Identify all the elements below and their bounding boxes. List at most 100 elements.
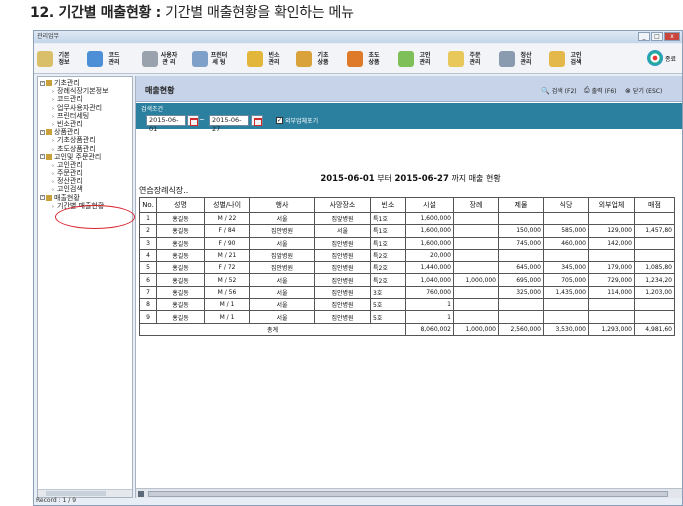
table-header-row: No. 성명 성별/나이 행사 사망장소 빈소 시설 장례 제물 식당 외부업체 매점 (139, 197, 675, 213)
caption-description: 기간별 매출현황을 확인하는 메뉴 (160, 5, 354, 21)
table-cell: 1,203,00 (634, 285, 675, 300)
sidebar-item[interactable]: › 고인관리 (38, 161, 132, 169)
table-cell: 150,000 (498, 224, 544, 238)
sidebar-item[interactable]: › 주문관리 (38, 169, 132, 177)
toolbar-button-4[interactable]: 빈소 관리 (247, 47, 283, 71)
collapse-icon[interactable]: - (40, 154, 45, 160)
exit-button[interactable]: 종료 (646, 50, 676, 66)
total-label: 총계 (139, 322, 406, 336)
toolbar-button-0[interactable]: 기본 정보 (37, 47, 73, 71)
table-cell: 114,000 (588, 285, 635, 300)
toolbar-button-9[interactable]: 정산 관리 (499, 47, 535, 71)
table-cell (498, 310, 544, 324)
collapse-icon[interactable]: - (40, 129, 45, 135)
collapse-icon[interactable]: - (40, 80, 45, 86)
report-preview: 2015-06-01 부터 2015-06-27 까지 매출 현황 연습장례식장… (139, 133, 682, 485)
sidebar-item-label: 주문관리 (57, 169, 83, 178)
table-row: 8 홍길동 M / 1 서울 집안병원 5호 1 (139, 298, 675, 312)
sidebar-item[interactable]: › 업무사용자관리 (38, 104, 132, 112)
sidebar-item-label: 기초상품관리 (57, 136, 96, 145)
bullet-icon: › (52, 97, 54, 104)
exclude-vendor-checkbox[interactable]: ✓ 외부업체포기 (276, 116, 318, 125)
table-cell: 집앞병원 (314, 211, 371, 226)
close-window-button[interactable]: x (664, 32, 680, 41)
search-person-icon (549, 51, 565, 67)
table-cell: 1 (405, 298, 454, 312)
table-cell: 집안병원 (314, 298, 371, 312)
record-status: Record : 1 / 9 (36, 497, 77, 504)
tree-horizontal-scrollbar[interactable] (38, 489, 132, 497)
table-cell (588, 298, 635, 312)
printer-icon: ⎙ (584, 86, 590, 94)
table-row: 9 홍길동 M / 1 서울 집안병원 5호 1 (139, 310, 675, 324)
column-header: No. (139, 197, 157, 213)
collapse-icon[interactable]: - (40, 195, 45, 201)
toolbar-button-6[interactable]: 초도 상품 (347, 47, 383, 71)
menu-tree-panel: - 기초관리 › 장례식장기본정보 › 코드관리 › 업무사용자관리 › 프린터세팅 › 빈소관리 - 상… (37, 76, 135, 498)
minimize-button[interactable]: _ (638, 32, 650, 41)
report-horizontal-scrollbar[interactable] (136, 488, 682, 498)
table-cell: 서울 (249, 236, 315, 250)
sidebar-item[interactable]: › 기초상품관리 (38, 136, 132, 144)
table-cell (498, 211, 544, 226)
toolbar-label: 정산 관리 (520, 52, 532, 66)
table-cell: 760,000 (405, 285, 454, 300)
table-cell (453, 211, 499, 226)
table-cell: 홍길동 (156, 285, 205, 300)
table-cell: 6 (139, 273, 157, 287)
table-cell: 3호 (370, 285, 406, 300)
toolbar-button-8[interactable]: 주문 관리 (448, 47, 484, 71)
sidebar-item[interactable]: - 매출현황 (38, 194, 132, 202)
table-cell (453, 236, 499, 250)
toolbar-label: 고인 검색 (570, 52, 582, 66)
table-cell: 645,000 (498, 261, 544, 275)
toolbar-label: 초도 상품 (368, 52, 380, 66)
table-cell: 1 (405, 310, 454, 324)
sidebar-item[interactable]: › 코드관리 (38, 95, 132, 103)
toolbar-button-2[interactable]: 사용자 관 리 (142, 47, 178, 71)
table-cell: 5호 (370, 298, 406, 312)
sidebar-item[interactable]: › 정산관리 (38, 177, 132, 185)
table-cell: 특2호 (370, 248, 406, 263)
sidebar-item[interactable]: › 고인검색 (38, 185, 132, 193)
maximize-button[interactable]: □ (651, 32, 663, 41)
sidebar-item[interactable]: - 기초관리 (38, 79, 132, 87)
toolbar-button-3[interactable]: 프린터 세 팅 (192, 47, 228, 71)
sales-report-panel: 매출현황 🔍 검색 (F2) ⎙ 출력 (F6) ⊗ 닫기 (ESC) 검색조건 20… (135, 76, 682, 498)
total-cell: 4,981,60 (634, 322, 675, 336)
sidebar-item[interactable]: › 빈소관리 (38, 120, 132, 128)
table-cell: 홍길동 (156, 224, 205, 238)
folder-icon (46, 129, 52, 136)
sidebar-item[interactable]: › 초도상품관리 (38, 145, 132, 153)
bullet-icon: › (52, 171, 54, 178)
date-from-input[interactable]: 2015-06-01 (146, 115, 186, 133)
table-cell (453, 224, 499, 238)
date-range-separator: ~ (199, 116, 205, 124)
table-row: 7 홍길동 M / 56 서울 집안병원 3호 760,000 325,000 1,435,00… (139, 285, 675, 300)
toolbar-button-10[interactable]: 고인 검색 (549, 47, 585, 71)
table-cell: 129,000 (588, 224, 635, 238)
calendar-from-icon[interactable] (187, 115, 199, 126)
toolbar-button-1[interactable]: 코드 관리 (87, 47, 123, 71)
print-button[interactable]: ⎙ 출력 (F6) (584, 86, 617, 95)
box-icon (296, 51, 312, 67)
table-cell: 홍길동 (156, 261, 205, 275)
toolbar-button-7[interactable]: 고인 관리 (398, 47, 434, 71)
folder-icon (46, 80, 52, 86)
sidebar-item[interactable]: › 프린터세팅 (38, 112, 132, 120)
toolbar-button-5[interactable]: 기초 상품 (296, 47, 332, 71)
close-button[interactable]: ⊗ 닫기 (ESC) (625, 86, 662, 96)
search-button[interactable]: 🔍 검색 (F2) (541, 86, 577, 96)
table-row: 3 홍길동 F / 90 서울 집안병원 특1호 1,600,000 745,000 460,0… (139, 236, 675, 250)
exit-label: 종료 (664, 55, 676, 63)
total-cell: 2,560,000 (498, 322, 544, 336)
sidebar-item[interactable]: - 고인및 주문관리 (38, 153, 132, 161)
column-header: 행사 (249, 197, 315, 213)
table-cell (634, 211, 675, 226)
column-header: 외부업체 (588, 197, 635, 213)
table-cell: 특1호 (370, 224, 406, 238)
bullet-icon: › (52, 187, 54, 194)
sidebar-item[interactable]: › 장례식장기본정보 (38, 87, 132, 95)
date-to-input[interactable]: 2015-06-27 (209, 115, 249, 133)
calendar-to-icon[interactable] (251, 115, 263, 126)
